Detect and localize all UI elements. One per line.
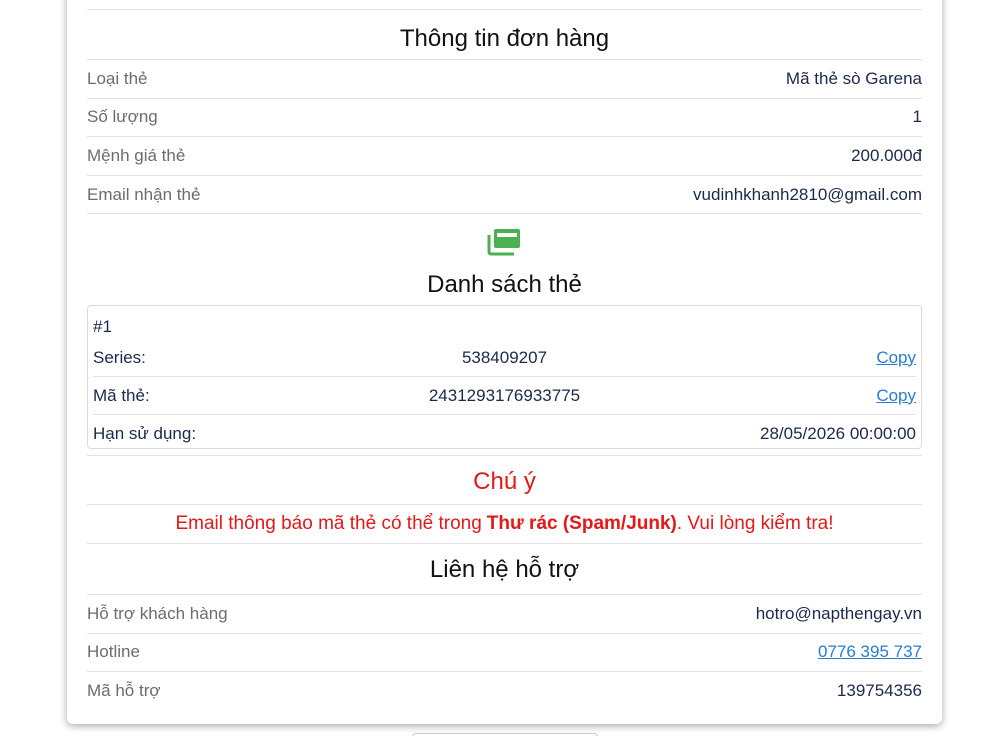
support-title: Liên hệ hỗ trợ	[87, 546, 922, 595]
copy-code-button[interactable]: Copy	[642, 386, 916, 406]
order-info-list: Loại thẻ Mã thẻ sò Garena Số lượng 1 Mện…	[87, 60, 922, 215]
customer-support-label: Hỗ trợ khách hàng	[87, 603, 228, 623]
denomination-row: Mệnh giá thẻ 200.000đ	[87, 137, 922, 176]
series-label: Series:	[93, 347, 146, 367]
notice-text-after: . Vui lòng kiểm tra!	[676, 513, 834, 534]
card-item: #1 Series: 538409207 Copy Mã thẻ: 243129…	[87, 305, 922, 449]
expiry-label: Hạn sử dụng:	[93, 424, 197, 443]
quantity-row: Số lượng 1	[87, 99, 922, 138]
hotline-link[interactable]: 0776 395 737	[818, 642, 922, 662]
cards-icon	[487, 229, 520, 256]
notice-text: Email thông báo mã thẻ có thể trong Thư …	[87, 505, 922, 544]
support-code-row: Mã hỗ trợ 139754356	[87, 672, 922, 711]
card-list-title: Danh sách thẻ	[427, 271, 582, 298]
copy-series-button[interactable]: Copy	[642, 348, 916, 368]
code-label: Mã thẻ:	[93, 385, 150, 405]
order-info-title: Thông tin đơn hàng	[87, 18, 922, 60]
quantity-value: 1	[912, 107, 922, 127]
quantity-label: Số lượng	[87, 107, 158, 127]
email-row: Email nhận thẻ vudinhkhanh2810@gmail.com	[87, 176, 922, 215]
divider	[87, 455, 922, 456]
card-type-row: Loại thẻ Mã thẻ sò Garena	[87, 60, 922, 99]
expiry-value: 28/05/2026 00:00:00	[760, 424, 916, 443]
email-label: Email nhận thẻ	[87, 184, 201, 204]
hotline-row: Hotline 0776 395 737	[87, 634, 922, 673]
code-row: Mã thẻ: 2431293176933775 Copy	[93, 377, 916, 415]
email-value: vudinhkhanh2810@gmail.com	[693, 184, 922, 204]
notice-text-bold: Thư rác (Spam/Junk)	[486, 513, 677, 534]
order-detail-card: Thông tin đơn hàng Loại thẻ Mã thẻ sò Ga…	[67, 0, 942, 724]
card-index: #1	[93, 317, 112, 336]
series-value: 538409207	[461, 347, 548, 367]
denomination-label: Mệnh giá thẻ	[87, 145, 186, 165]
card-type-value: Mã thẻ sò Garena	[785, 68, 922, 88]
denomination-value: 200.000đ	[851, 145, 922, 165]
card-type-label: Loại thẻ	[87, 68, 148, 88]
notice-text-before: Email thông báo mã thẻ có thể trong	[175, 513, 482, 534]
support-list: Hỗ trợ khách hàng hotro@napthengay.vn Ho…	[87, 595, 922, 711]
customer-support-email: hotro@napthengay.vn	[755, 603, 922, 623]
support-code-label: Mã hỗ trợ	[87, 681, 161, 701]
series-row: Series: 538409207 Copy	[93, 339, 916, 377]
hotline-label: Hotline	[87, 642, 140, 662]
notice-title: Chú ý	[87, 460, 922, 505]
expiry-row: Hạn sử dụng: 28/05/2026 00:00:00	[93, 415, 916, 453]
customer-support-row: Hỗ trợ khách hàng hotro@napthengay.vn	[87, 595, 922, 634]
code-value: 2431293176933775	[428, 385, 581, 405]
card-content: Thông tin đơn hàng Loại thẻ Mã thẻ sò Ga…	[87, 0, 922, 724]
support-code-value: 139754356	[836, 681, 922, 701]
